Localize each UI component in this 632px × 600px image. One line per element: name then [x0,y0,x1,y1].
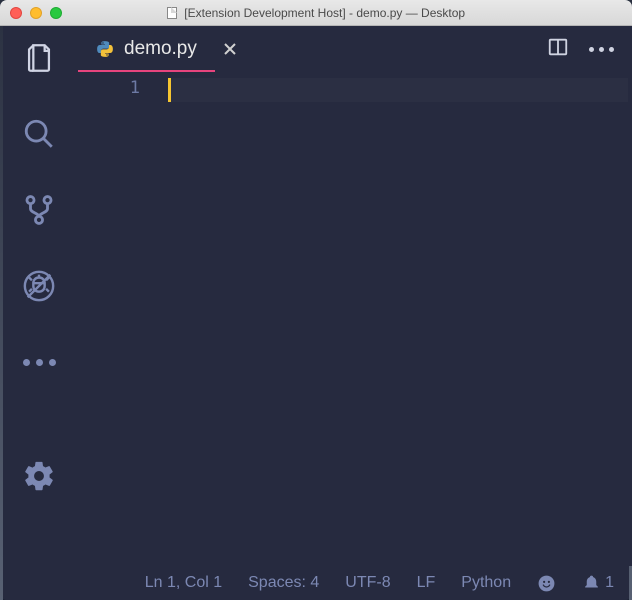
status-eol[interactable]: LF [417,574,436,592]
file-icon [167,7,177,19]
split-editor-icon[interactable] [547,36,569,63]
status-encoding[interactable]: UTF-8 [345,574,390,592]
code-area[interactable] [168,72,632,566]
status-indentation[interactable]: Spaces: 4 [248,574,319,592]
additional-views-icon[interactable] [19,342,59,382]
window-minimize-button[interactable] [30,7,42,19]
python-file-icon [96,40,114,58]
macos-titlebar: [Extension Development Host] - demo.py —… [0,0,632,26]
debug-icon[interactable] [19,266,59,306]
gutter: 1 [78,72,168,566]
source-control-icon[interactable] [19,190,59,230]
status-bar: Ln 1, Col 1 Spaces: 4 UTF-8 LF Python 1 [0,566,632,600]
activity-bar [0,26,78,566]
more-actions-icon[interactable] [589,47,614,52]
tab-demo-py[interactable]: demo.py [78,26,215,72]
settings-gear-icon[interactable] [19,456,59,496]
window-title: [Extension Development Host] - demo.py —… [184,6,465,20]
status-language-mode[interactable]: Python [461,574,511,592]
editor-body[interactable]: 1 [78,72,632,566]
feedback-smiley-icon[interactable] [537,574,556,593]
tab-bar: demo.py [78,26,632,72]
window-close-button[interactable] [10,7,22,19]
current-line-highlight [168,78,628,102]
explorer-icon[interactable] [19,38,59,78]
tab-filename: demo.py [124,38,197,60]
line-number-1: 1 [78,78,140,98]
text-cursor [168,78,171,102]
notifications-bell-icon[interactable]: 1 [582,574,614,593]
search-icon[interactable] [19,114,59,154]
close-tab-icon[interactable] [215,26,245,72]
window-zoom-button[interactable] [50,7,62,19]
status-cursor-position[interactable]: Ln 1, Col 1 [145,574,222,592]
notifications-count: 1 [605,574,614,592]
